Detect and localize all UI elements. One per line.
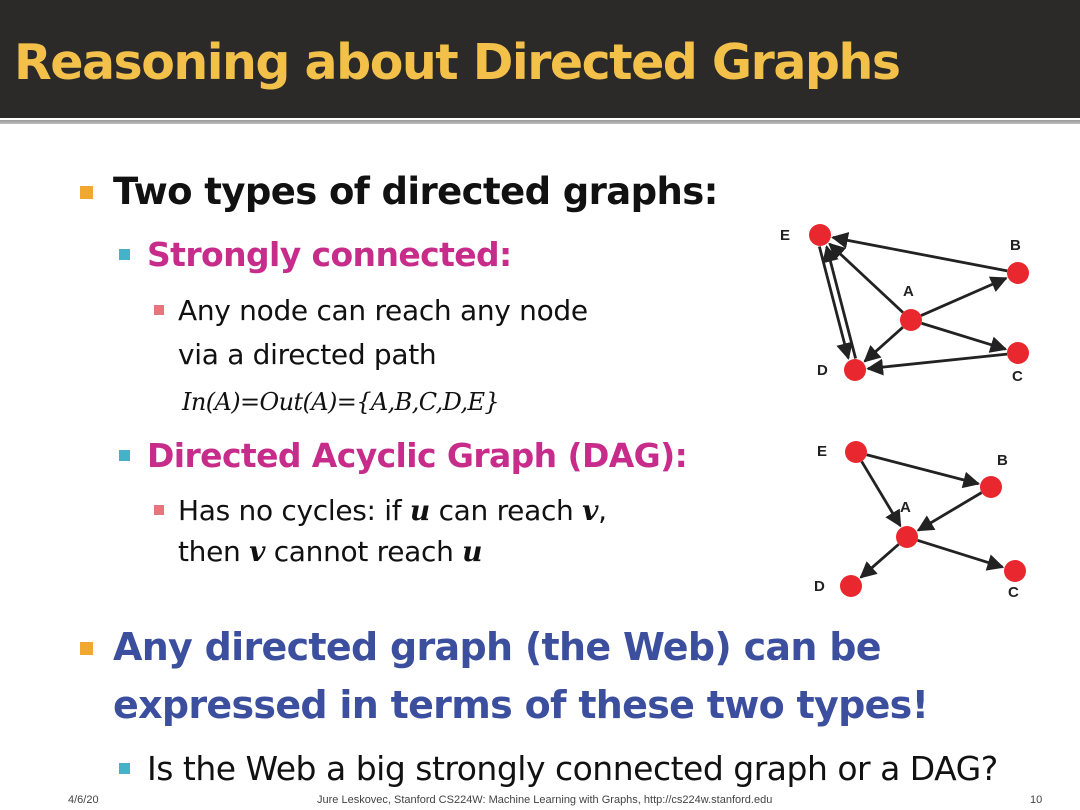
edge-B-A — [916, 491, 983, 532]
node-label-E: E — [780, 227, 790, 244]
strong-desc-line2: via a directed path — [178, 338, 437, 371]
node-A — [900, 309, 922, 331]
edge-A-C — [917, 538, 1005, 571]
edge-A-C — [921, 321, 1008, 353]
node-C — [1007, 342, 1029, 364]
strong-desc-line1: Any node can reach any node — [178, 294, 588, 327]
sub-bullet-marker — [119, 763, 130, 774]
node-label-B: B — [997, 452, 1008, 469]
edge-B-E — [831, 232, 1008, 273]
footer-page-number: 10 — [1030, 794, 1043, 806]
node-label-A: A — [900, 499, 911, 516]
footer-date: 4/6/20 — [68, 794, 99, 806]
bullet-two-types: Two types of directed graphs: — [113, 170, 718, 213]
edge-E-B — [866, 453, 981, 489]
footer-credit: Jure Leskovec, Stanford CS224W: Machine … — [317, 794, 773, 806]
node-D — [844, 359, 866, 381]
node-C — [1004, 560, 1026, 582]
edge-A-D — [863, 326, 904, 363]
sub-bullet-marker — [119, 450, 130, 461]
slide-title: Reasoning about Directed Graphs — [14, 34, 901, 91]
node-label-E: E — [817, 443, 827, 460]
dag-desc-line1: Has no cycles: if u can reach v, — [178, 494, 607, 527]
edge-A-D — [859, 543, 900, 579]
dag-label: Directed Acyclic Graph (DAG): — [147, 436, 688, 475]
node-label-C: C — [1008, 584, 1019, 601]
dag-desc-line2: then v cannot reach u — [178, 535, 483, 568]
node-D — [840, 575, 862, 597]
node-E — [845, 441, 867, 463]
web-question: Is the Web a big strongly connected grap… — [147, 749, 998, 788]
bullet-marker — [80, 186, 93, 199]
node-label-A: A — [903, 283, 914, 300]
node-label-C: C — [1012, 368, 1023, 385]
node-A — [896, 526, 918, 548]
node-E — [809, 224, 831, 246]
web-statement-line2: expressed in terms of these two types! — [113, 683, 929, 727]
title-divider — [0, 118, 1080, 124]
node-label-D: D — [814, 578, 825, 595]
strongly-connected-graph: E B A D C — [780, 224, 1029, 385]
web-statement-line1: Any directed graph (the Web) can be — [113, 625, 882, 669]
dag-graph: E B A D C — [814, 441, 1026, 601]
sub-sub-bullet-marker — [154, 505, 164, 515]
edge-A-B — [920, 276, 1008, 317]
edge-E-A — [860, 460, 902, 528]
sub-bullet-marker — [119, 249, 130, 260]
sub-sub-bullet-marker — [154, 305, 164, 315]
node-B — [1007, 262, 1029, 284]
edge-E-D — [818, 246, 853, 360]
strong-formula: In(A)=Out(A)={A,B,C,D,E} — [182, 388, 500, 416]
node-B — [980, 476, 1002, 498]
strongly-connected-label: Strongly connected: — [147, 235, 512, 274]
node-label-B: B — [1010, 237, 1021, 254]
node-label-D: D — [817, 362, 828, 379]
bullet-marker — [80, 642, 93, 655]
edge-C-D — [866, 352, 1008, 376]
